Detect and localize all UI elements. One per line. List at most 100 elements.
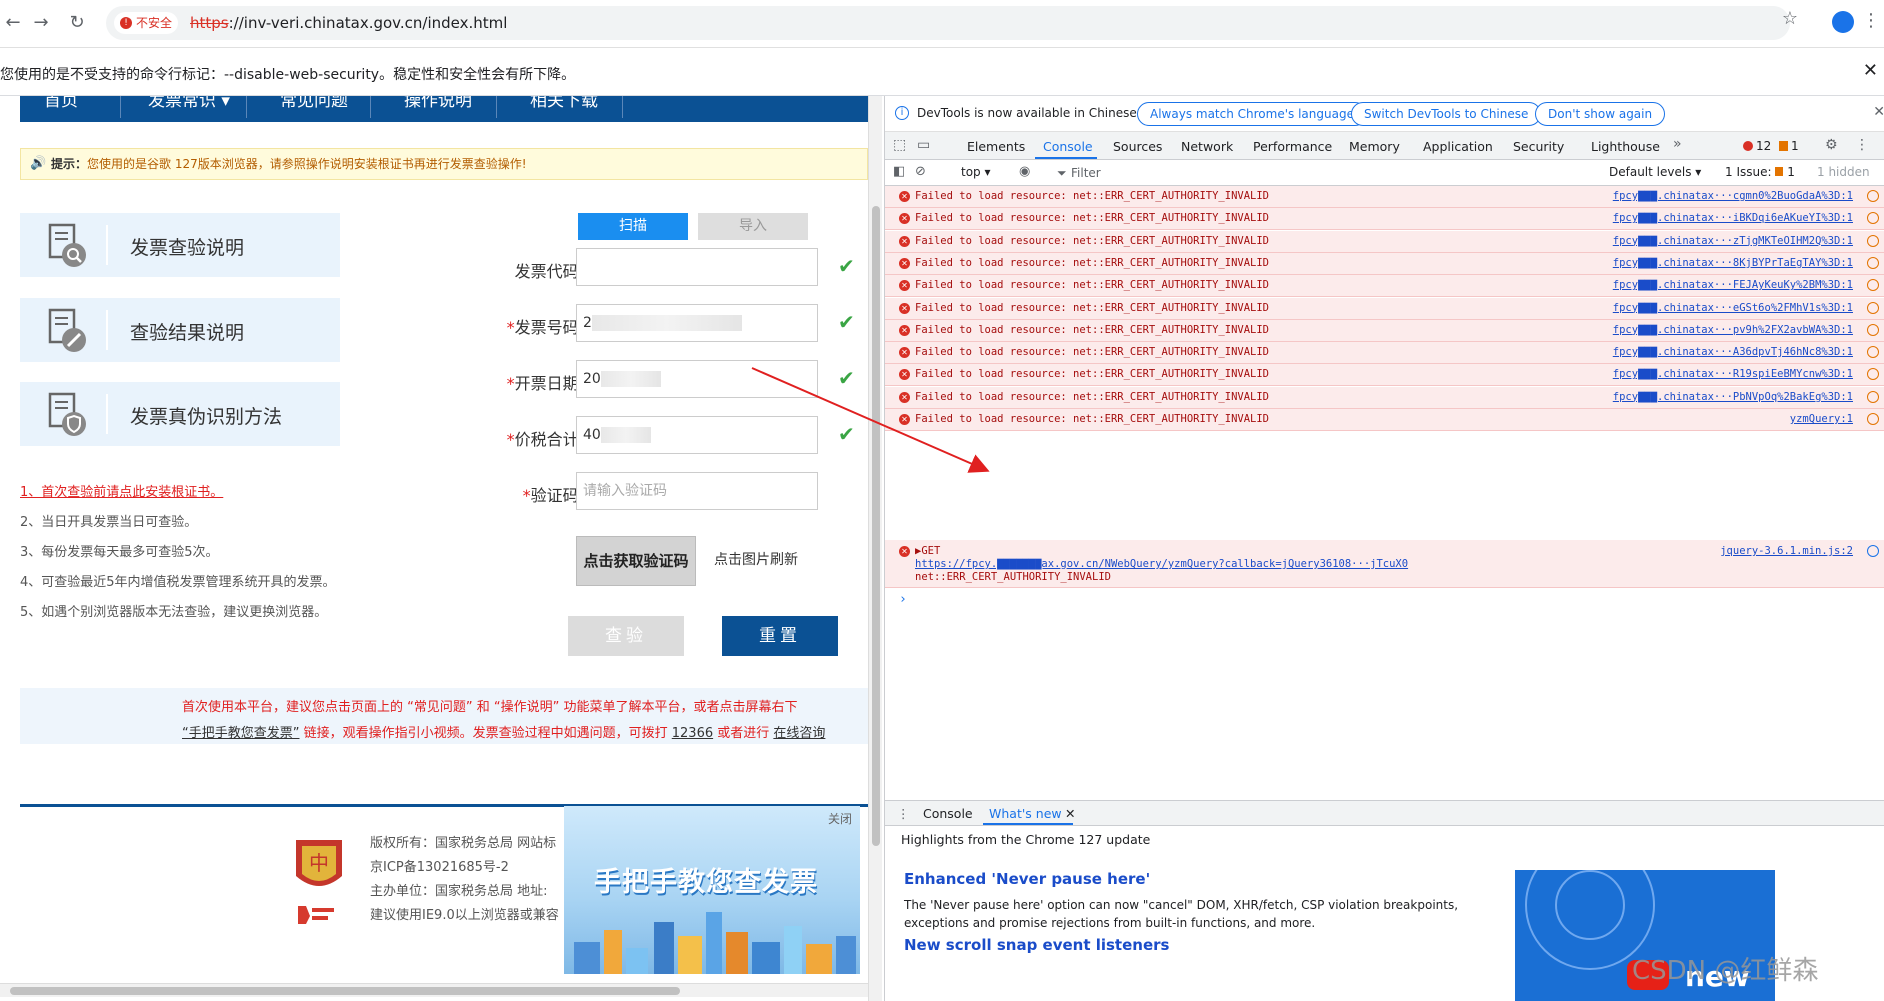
tutorial-link[interactable]: “手把手教您查发票” xyxy=(182,726,299,741)
tab-lighthouse[interactable]: Lighthouse xyxy=(1591,139,1660,154)
drawer-tab-console[interactable]: Console xyxy=(923,806,973,821)
source-link[interactable]: fpcy▇▇▇.chinatax···8KjBYPrTaEgTAY%3D:1 xyxy=(1613,257,1853,269)
console-error-row[interactable]: ✕ Failed to load resource: net::ERR_CERT_… xyxy=(885,342,1884,365)
card-verify-instructions[interactable]: 发票查验说明 xyxy=(20,213,340,277)
open-in-sources-icon[interactable] xyxy=(1867,323,1879,336)
url-text[interactable]: https://inv-veri.chinatax.gov.cn/index.h… xyxy=(190,14,507,32)
source-link[interactable]: fpcy▇▇▇.chinatax···iBKDqi6eAKueYI%3D:1 xyxy=(1613,212,1853,224)
reload-icon[interactable]: ↻ xyxy=(64,10,90,36)
issues-counter[interactable]: 1 Issue: 1 xyxy=(1725,165,1795,179)
request-url-link[interactable]: https://fpcy.▇▇▇▇▇▇▇ax.gov.cn/NWebQuery/… xyxy=(915,558,1408,570)
captcha-input[interactable]: 请输入验证码 xyxy=(576,472,818,510)
reset-button[interactable]: 重置 xyxy=(722,616,838,656)
source-link[interactable]: fpcy▇▇▇.chinatax···A36dpvTj46hNc8%3D:1 xyxy=(1613,346,1853,358)
console-error-row[interactable]: ✕ Failed to load resource: net::ERR_CERT_… xyxy=(885,230,1884,253)
nav-guide[interactable]: 操作说明 xyxy=(404,96,472,114)
inspect-element-icon[interactable]: ⬚ xyxy=(893,137,906,153)
source-link[interactable]: fpcy▇▇▇.chinatax···eGSt6o%2FMhV1s%3D:1 xyxy=(1613,302,1853,314)
card-authenticity-methods[interactable]: 发票真伪识别方法 xyxy=(20,382,340,446)
open-in-sources-icon[interactable] xyxy=(1867,234,1879,247)
more-tabs-icon[interactable]: » xyxy=(1673,136,1682,152)
close-icon[interactable]: ✕ xyxy=(1873,104,1884,120)
request-method[interactable]: ▶GET xyxy=(915,545,940,557)
nav-invoice-knowledge[interactable]: 发票常识 ▾ xyxy=(148,96,230,114)
console-error-row[interactable]: ✕ Failed to load resource: net::ERR_CERT_… xyxy=(885,409,1884,431)
console-error-row[interactable]: ✕ ▶GET https://fpcy.▇▇▇▇▇▇▇ax.gov.cn/NWe… xyxy=(885,540,1884,588)
source-link[interactable]: fpcy▇▇▇.chinatax···PbNVpOq%2BakEg%3D:1 xyxy=(1613,391,1853,403)
console-error-row[interactable]: ✕ Failed to load resource: net::ERR_CERT_… xyxy=(885,297,1884,320)
source-link[interactable]: fpcy▇▇▇.chinatax···pv9h%2FX2avbWA%3D:1 xyxy=(1613,324,1853,336)
context-selector[interactable]: top ▾ xyxy=(961,165,991,179)
close-icon[interactable]: ✕ xyxy=(1863,60,1878,81)
source-link[interactable]: fpcy▇▇▇.chinatax···zTjgMKTeOIHM2Q%3D:1 xyxy=(1613,235,1853,247)
open-in-sources-icon[interactable] xyxy=(1867,256,1879,269)
tab-sources[interactable]: Sources xyxy=(1113,139,1162,154)
captcha-image[interactable]: 点击获取验证码 xyxy=(576,536,696,586)
warning-count-badge[interactable]: 1 xyxy=(1779,139,1799,153)
dont-show-again-button[interactable]: Don't show again xyxy=(1535,102,1666,126)
verify-button[interactable]: 查验 xyxy=(568,616,684,656)
console-error-row[interactable]: ✕ Failed to load resource: net::ERR_CERT_… xyxy=(885,186,1884,208)
open-in-sources-icon[interactable] xyxy=(1867,190,1879,202)
always-match-language-button[interactable]: Always match Chrome's language xyxy=(1137,102,1367,126)
security-chip[interactable]: ! 不安全 xyxy=(114,12,179,34)
hotline-link[interactable]: 12366 xyxy=(672,726,713,741)
open-in-sources-icon[interactable] xyxy=(1867,279,1879,292)
clear-console-icon[interactable]: ⊘ xyxy=(915,164,926,179)
invoice-date-input[interactable]: 20 xyxy=(576,360,818,398)
error-count-badge[interactable]: 12 xyxy=(1743,139,1771,153)
promo-close-button[interactable]: 关闭 xyxy=(828,810,852,827)
open-in-sources-icon[interactable] xyxy=(1867,413,1879,425)
open-in-sources-icon[interactable] xyxy=(1867,346,1879,359)
open-in-sources-icon[interactable] xyxy=(1867,301,1879,314)
horizontal-scrollbar[interactable] xyxy=(0,983,868,997)
note-install-cert[interactable]: 1、首次查验前请点此安装根证书。 xyxy=(20,478,336,508)
tab-security[interactable]: Security xyxy=(1513,139,1564,154)
open-in-sources-icon[interactable] xyxy=(1867,368,1879,381)
console-error-row[interactable]: ✕ Failed to load resource: net::ERR_CERT_… xyxy=(885,208,1884,231)
log-levels-dropdown[interactable]: Default levels ▾ xyxy=(1609,165,1701,179)
profile-avatar[interactable] xyxy=(1832,11,1854,33)
bookmark-star-icon[interactable]: ☆ xyxy=(1782,8,1798,29)
feature-link[interactable]: New scroll snap event listeners xyxy=(904,936,1169,954)
tab-elements[interactable]: Elements xyxy=(967,139,1025,154)
drawer-menu-icon[interactable]: ⋮ xyxy=(897,806,910,821)
close-icon[interactable]: ✕ xyxy=(1065,806,1075,821)
online-consult-link[interactable]: 在线咨询 xyxy=(773,726,825,741)
chrome-menu-icon[interactable]: ⋮ xyxy=(1862,10,1880,31)
tab-console[interactable]: Console xyxy=(1043,139,1093,154)
console-prompt[interactable]: › xyxy=(899,592,907,607)
drawer-tab-whats-new[interactable]: What's new xyxy=(989,806,1062,821)
source-link[interactable]: jquery-3.6.1.min.js:2 xyxy=(1720,545,1853,557)
tutorial-promo-banner[interactable]: 关闭 手把手教您查发票 xyxy=(564,806,860,974)
feature-link[interactable]: Enhanced 'Never pause here' xyxy=(904,870,1150,888)
console-error-row[interactable]: ✕ Failed to load resource: net::ERR_CERT_… xyxy=(885,275,1884,298)
tab-memory[interactable]: Memory xyxy=(1349,139,1400,154)
address-bar[interactable]: ! 不安全 https://inv-veri.chinatax.gov.cn/i… xyxy=(106,6,1790,40)
nav-home[interactable]: 首页 xyxy=(44,96,78,114)
console-error-row[interactable]: ✕ Failed to load resource: net::ERR_CERT_… xyxy=(885,386,1884,409)
live-expression-eye-icon[interactable]: ◉ xyxy=(1019,164,1030,179)
devtools-menu-icon[interactable]: ⋮ xyxy=(1855,137,1869,153)
invoice-number-input[interactable]: 2 xyxy=(576,304,818,342)
console-filter-input[interactable]: ⏷ Filter xyxy=(1055,164,1485,182)
source-link[interactable]: yzmQuery:1 xyxy=(1790,413,1853,425)
back-icon[interactable]: ← xyxy=(0,10,26,36)
open-in-sources-icon[interactable] xyxy=(1867,212,1879,225)
console-error-row[interactable]: ✕ Failed to load resource: net::ERR_CERT_… xyxy=(885,252,1884,275)
open-in-sources-icon[interactable] xyxy=(1867,545,1879,557)
source-link[interactable]: fpcy▇▇▇.chinatax···R19spiEeBMYcnw%3D:1 xyxy=(1613,368,1853,380)
source-link[interactable]: fpcy▇▇▇.chinatax···cgmn0%2BuoGdaA%3D:1 xyxy=(1613,190,1853,202)
source-link[interactable]: fpcy▇▇▇.chinatax···FEJAyKeuKy%2BM%3D:1 xyxy=(1613,279,1853,291)
card-result-instructions[interactable]: 查验结果说明 xyxy=(20,298,340,362)
nav-faq[interactable]: 常见问题 xyxy=(280,96,348,114)
tab-import[interactable]: 导入 xyxy=(698,213,808,240)
settings-gear-icon[interactable]: ⚙ xyxy=(1825,137,1838,153)
tab-performance[interactable]: Performance xyxy=(1253,139,1332,154)
console-error-row[interactable]: ✕ Failed to load resource: net::ERR_CERT_… xyxy=(885,319,1884,342)
switch-to-chinese-button[interactable]: Switch DevTools to Chinese xyxy=(1351,102,1542,126)
total-amount-input[interactable]: 40 xyxy=(576,416,818,454)
nav-downloads[interactable]: 相关下载 xyxy=(530,96,598,114)
tab-scan[interactable]: 扫描 xyxy=(578,213,688,240)
vertical-scrollbar[interactable] xyxy=(868,96,882,1001)
